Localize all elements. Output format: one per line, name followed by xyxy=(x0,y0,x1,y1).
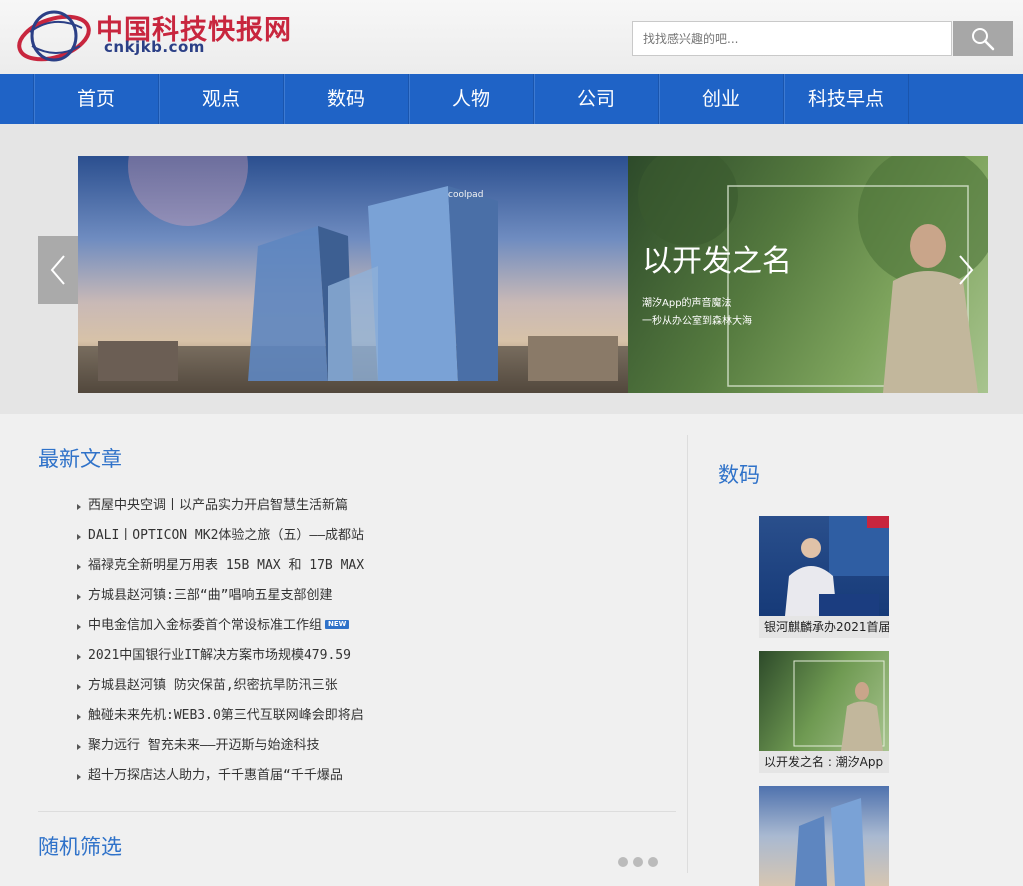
list-item[interactable]: DALI丨OPTICON MK2体验之旅（五）——成都站 xyxy=(76,525,364,555)
nav-item-digital[interactable]: 数码 xyxy=(284,74,409,124)
nav-item-people[interactable]: 人物 xyxy=(409,74,534,124)
banner-prev-button[interactable] xyxy=(38,236,78,304)
article-list: 西屋中央空调丨以产品实力开启智慧生活新篇 DALI丨OPTICON MK2体验之… xyxy=(76,495,364,795)
site-header: 中国科技快报网 cnkjkb.com xyxy=(0,0,1023,74)
logo-domain: cnkjkb.com xyxy=(104,38,205,56)
digital-card-caption: 银河麒麟承办2021首届 xyxy=(764,620,889,634)
nav-item-company[interactable]: 公司 xyxy=(534,74,659,124)
bullet-icon xyxy=(77,774,81,780)
nav-item-tech-morning[interactable]: 科技早点 xyxy=(784,74,909,124)
bullet-icon xyxy=(77,534,81,540)
bullet-icon xyxy=(77,684,81,690)
digital-card-image xyxy=(759,516,889,616)
nav-item-startup[interactable]: 创业 xyxy=(659,74,784,124)
latest-articles-section: 最新文章 西屋中央空调丨以产品实力开启智慧生活新篇 DALI丨OPTICON M… xyxy=(38,435,676,873)
list-item[interactable]: 2021中国银行业IT解决方案市场规模479.59 xyxy=(76,645,364,675)
digital-card[interactable]: 银河麒麟承办2021首届 xyxy=(759,516,889,638)
nav-item-home[interactable]: 首页 xyxy=(34,74,159,124)
list-item[interactable]: 聚力远行 智充未来——开迈斯与始途科技 xyxy=(76,735,364,765)
bullet-icon xyxy=(77,744,81,750)
search-button[interactable] xyxy=(953,21,1013,56)
site-logo[interactable]: 中国科技快报网 cnkjkb.com xyxy=(16,6,306,68)
search-input[interactable] xyxy=(632,21,952,56)
banner-image-forest: 以开发之名 潮汐App的声音魔法 一秒从办公室到森林大海 xyxy=(628,156,988,393)
list-item[interactable]: 方城县赵河镇:三部“曲”唱响五星支部创建 xyxy=(76,585,364,615)
slide-subtitle-1: 潮汐App的声音魔法 xyxy=(642,298,732,309)
slide-title: 以开发之名 xyxy=(642,244,792,279)
column-divider xyxy=(687,435,688,873)
bullet-icon xyxy=(77,654,81,660)
list-item[interactable]: 超十万探店达人助力，千千惠首届“千千爆品 xyxy=(76,765,364,795)
banner-next-button[interactable] xyxy=(946,236,986,304)
digital-card[interactable]: 以开发之名 : 潮汐App xyxy=(759,651,889,773)
digital-card-image xyxy=(759,651,889,751)
bullet-icon xyxy=(77,504,81,510)
chevron-left-icon xyxy=(50,255,65,285)
digital-card[interactable] xyxy=(759,786,889,886)
digital-card-image xyxy=(759,786,889,886)
bullet-icon xyxy=(77,624,81,630)
random-picks-title: 随机筛选 xyxy=(38,835,122,859)
digital-title: 数码 xyxy=(718,463,760,487)
list-item[interactable]: 中电金信加入金标委首个常设标准工作组 NEW xyxy=(76,615,364,645)
bullet-icon xyxy=(77,714,81,720)
main-nav: 首页 观点 数码 人物 公司 创业 科技早点 xyxy=(0,74,1023,124)
section-divider xyxy=(38,811,676,812)
new-badge: NEW xyxy=(325,620,350,629)
list-item[interactable]: 西屋中央空调丨以产品实力开启智慧生活新篇 xyxy=(76,495,364,525)
loading-dots-icon xyxy=(618,857,658,867)
search-icon xyxy=(972,27,995,50)
banner-carousel: coolpad 以开发之名 潮汐App的声音魔法 一秒从办公室到森林大海 xyxy=(0,124,1023,414)
list-item[interactable]: 触碰未来先机:WEB3.0第三代互联网峰会即将启 xyxy=(76,705,364,735)
chevron-right-icon xyxy=(959,255,974,285)
slide-subtitle-2: 一秒从办公室到森林大海 xyxy=(642,316,752,327)
logo-globe-icon xyxy=(17,10,91,62)
list-item[interactable]: 方城县赵河镇 防灾保苗,织密抗旱防汛三张 xyxy=(76,675,364,705)
bullet-icon xyxy=(77,564,81,570)
bullet-icon xyxy=(77,594,81,600)
banner-slide[interactable]: coolpad 以开发之名 潮汐App的声音魔法 一秒从办公室到森林大海 xyxy=(78,156,988,393)
building-sign: coolpad xyxy=(448,190,484,200)
list-item[interactable]: 福禄克全新明星万用表 15B MAX 和 17B MAX xyxy=(76,555,364,585)
digital-card-caption: 以开发之名 : 潮汐App xyxy=(764,755,884,769)
latest-articles-title: 最新文章 xyxy=(38,447,122,471)
nav-list: 首页 观点 数码 人物 公司 创业 科技早点 xyxy=(33,74,909,124)
digital-section: 数码 银河麒麟承办2021首届 以开发之名 : 潮汐App xyxy=(718,435,1023,886)
banner-image-building: coolpad xyxy=(78,156,628,393)
nav-item-opinion[interactable]: 观点 xyxy=(159,74,284,124)
